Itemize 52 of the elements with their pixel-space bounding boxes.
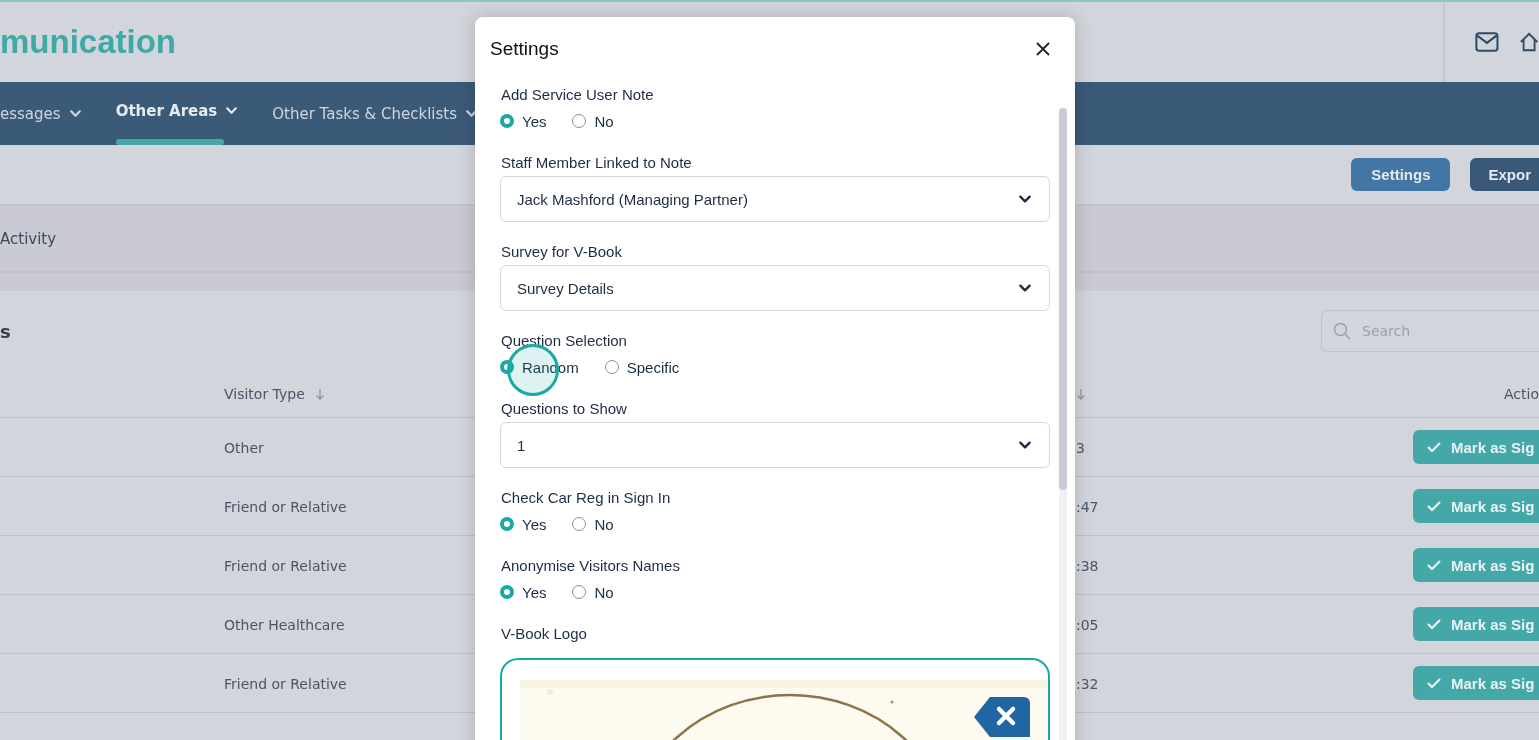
check-icon xyxy=(1427,441,1441,453)
check-icon xyxy=(1427,559,1441,571)
table-cell: :05 xyxy=(1076,616,1099,633)
radio-option[interactable]: Yes xyxy=(500,112,547,130)
chevron-down-icon xyxy=(68,107,82,120)
select-field[interactable]: Jack Mashford (Managing Partner) xyxy=(500,176,1050,222)
settings-button[interactable]: Settings xyxy=(1351,158,1451,191)
nav-item[interactable]: Other Tasks & Checklists xyxy=(272,82,479,145)
select-field[interactable]: Survey Details xyxy=(500,265,1050,311)
column-header[interactable]: Visitor Type xyxy=(224,386,305,402)
table-cell: :38 xyxy=(1076,557,1099,574)
select-field[interactable]: 1 xyxy=(500,422,1050,468)
column-header[interactable]: Actio xyxy=(1504,386,1539,402)
close-icon xyxy=(1036,41,1050,56)
table-cell: :32 xyxy=(1076,675,1099,692)
page-title: munication xyxy=(0,23,176,60)
search-icon xyxy=(1333,322,1351,340)
export-button[interactable]: Expor xyxy=(1470,158,1539,191)
nav-item[interactable]: essages xyxy=(0,82,82,145)
check-icon xyxy=(1427,677,1441,689)
field-label: Staff Member Linked to Note xyxy=(500,153,693,173)
table-cell: 3 xyxy=(1076,439,1085,456)
card-title: s xyxy=(0,320,11,342)
radio-option[interactable]: Specific xyxy=(604,358,680,376)
table-cell: Other Healthcare xyxy=(224,616,345,633)
field-label: Questions to Show xyxy=(500,399,628,419)
home-icon[interactable] xyxy=(1518,31,1539,53)
field-label: Anonymise Visitors Names xyxy=(500,556,681,576)
dialog-title: Settings xyxy=(490,37,559,60)
field-label: Survey for V-Book xyxy=(500,242,623,262)
delete-button[interactable] xyxy=(974,697,1030,737)
table-cell: :47 xyxy=(1076,498,1099,515)
radio-option[interactable]: Yes xyxy=(500,515,547,533)
nav-item[interactable]: Other Areas xyxy=(115,82,239,145)
field-label: Question Selection xyxy=(500,331,628,351)
check-icon xyxy=(1427,618,1441,630)
field-label: Check Car Reg in Sign In xyxy=(500,488,672,508)
table-cell: Friend or Relative xyxy=(224,498,347,515)
radio-option[interactable]: No xyxy=(572,583,614,601)
field-label: V-Book Logo xyxy=(500,624,588,644)
field-label: Add Service User Note xyxy=(500,85,655,105)
tab[interactable]: Activity xyxy=(0,229,57,248)
table-cell: Friend or Relative xyxy=(224,557,347,574)
table-cell: Friend or Relative xyxy=(224,675,347,692)
check-icon xyxy=(1427,500,1441,512)
radio-option[interactable]: No xyxy=(572,112,614,130)
radio-option[interactable]: No xyxy=(572,515,614,533)
radio-option[interactable]: Yes xyxy=(500,583,547,601)
chevron-down-icon xyxy=(225,104,239,117)
table-cell: Other xyxy=(224,439,264,456)
mail-icon[interactable] xyxy=(1475,31,1499,53)
search-field[interactable]: Search xyxy=(1321,310,1539,352)
